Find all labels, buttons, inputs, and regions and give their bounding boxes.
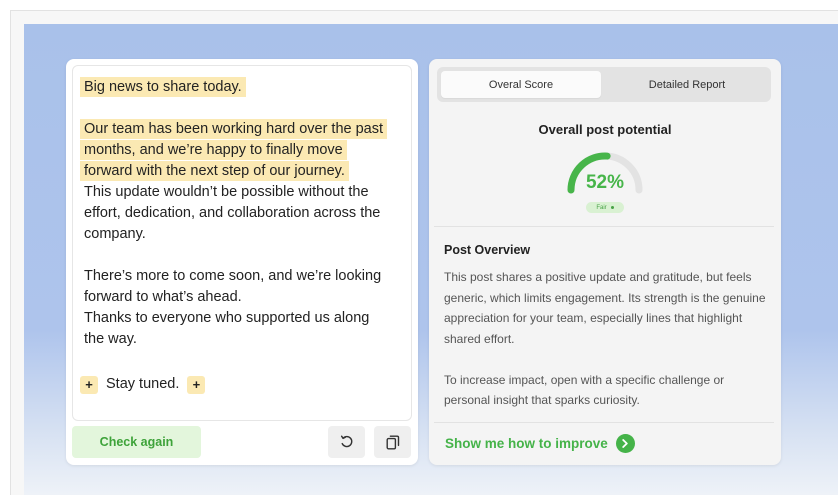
- post-text-editor[interactable]: Big news to share today. Our team has be…: [72, 65, 412, 421]
- overview-paragraph: To increase impact, open with a specific…: [444, 372, 725, 408]
- text-line: Thanks to everyone who supported us alon…: [84, 310, 370, 326]
- score-percent: 52%: [585, 172, 625, 193]
- text-line-wrap: Big news to share today.: [80, 77, 404, 98]
- divider: [434, 422, 774, 423]
- improve-link[interactable]: Show me how to improve: [445, 434, 635, 453]
- score-tabs: Overal Score Detailed Report: [437, 67, 771, 102]
- closing-line: + Stay tuned. +: [80, 374, 404, 395]
- highlighted-sentence[interactable]: Big news to share today.: [80, 77, 246, 97]
- copy-icon: [386, 435, 399, 449]
- copy-button[interactable]: [374, 426, 411, 458]
- text-line: company.: [84, 226, 146, 242]
- rating-label: Fair: [596, 204, 607, 211]
- highlighted-sentence[interactable]: months, and we’re happy to finally move: [80, 140, 347, 160]
- text-line-wrap: forward with the next step of our journe…: [80, 161, 404, 182]
- text-line: effort, dedication, and collaboration ac…: [84, 205, 381, 221]
- tab-overall-score[interactable]: Overal Score: [441, 71, 601, 98]
- check-again-button[interactable]: Check again: [72, 426, 201, 458]
- divider: [434, 226, 774, 227]
- undo-button[interactable]: [328, 426, 365, 458]
- undo-icon: [340, 435, 352, 448]
- tab-detailed-report[interactable]: Detailed Report: [607, 71, 767, 98]
- rating-badge: Fair: [586, 202, 624, 213]
- closing-text: Stay tuned.: [106, 376, 180, 392]
- score-title: Overall post potential: [538, 122, 672, 137]
- text-line: the way.: [84, 331, 137, 347]
- post-editor-card: Big news to share today. Our team has be…: [66, 59, 418, 465]
- improve-label: Show me how to improve: [445, 436, 608, 451]
- insert-before-button[interactable]: +: [80, 375, 98, 394]
- rating-dot-icon: [610, 206, 614, 209]
- text-line: This update wouldn’t be possible without…: [84, 184, 369, 200]
- text-line-wrap: months, and we’re happy to finally move: [80, 140, 404, 161]
- highlighted-sentence[interactable]: forward with the next step of our journe…: [80, 161, 349, 181]
- score-card: Overal Score Detailed Report Overall pos…: [429, 59, 781, 465]
- text-line: There’s more to come soon, and we’re loo…: [84, 268, 382, 284]
- insert-after-button[interactable]: +: [187, 375, 206, 394]
- post-text: Big news to share today. Our team has be…: [80, 77, 404, 395]
- overview-paragraph: This post shares a positive update and g…: [444, 270, 766, 346]
- highlighted-sentence[interactable]: Our team has been working hard over the …: [80, 119, 388, 139]
- chevron-right-icon: [615, 434, 635, 453]
- overview-body: This post shares a positive update and g…: [444, 267, 769, 411]
- text-line: forward to what’s ahead.: [84, 289, 242, 305]
- text-line-wrap: Our team has been working hard over the …: [80, 119, 404, 140]
- overview-title: Post Overview: [444, 243, 531, 257]
